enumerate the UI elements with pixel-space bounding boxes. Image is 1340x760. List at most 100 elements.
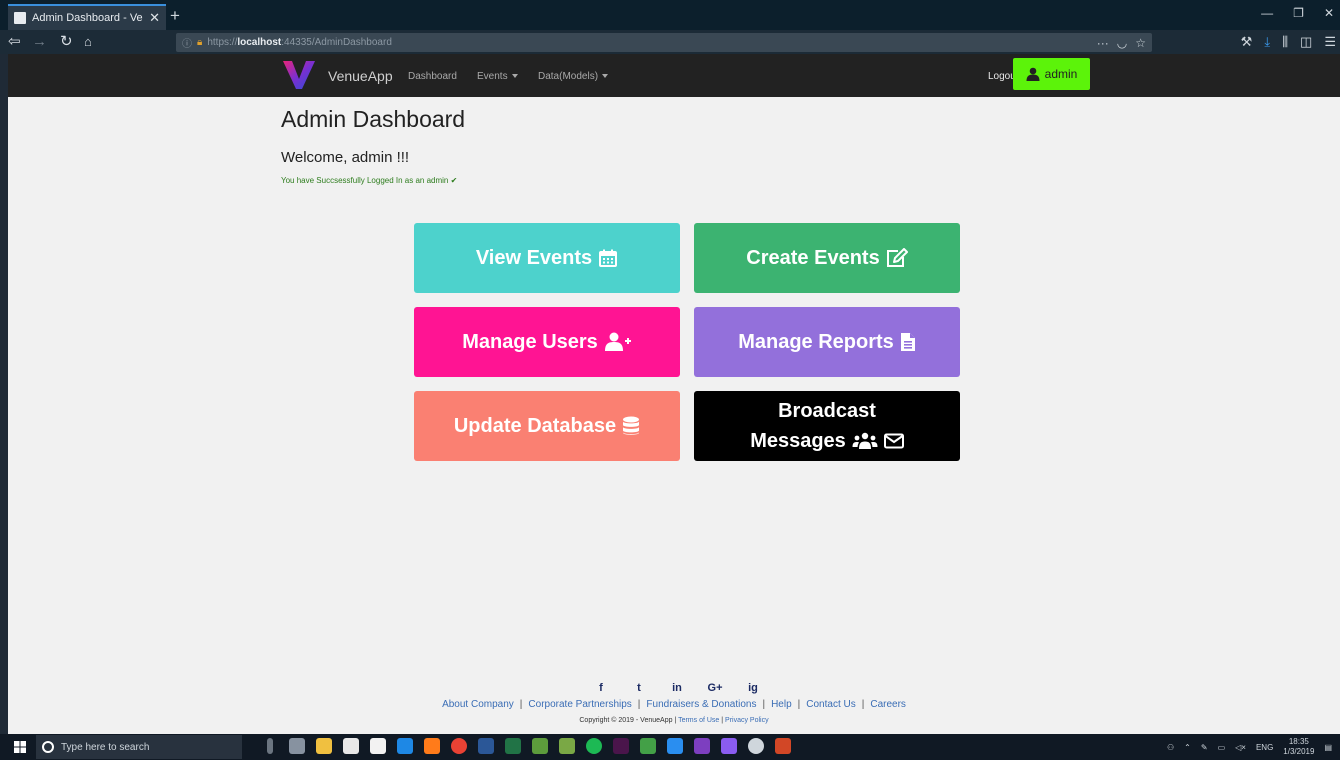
chrome-icon[interactable] — [451, 738, 467, 754]
instagram-icon[interactable]: ig — [746, 681, 760, 695]
brand-name[interactable]: VenueApp — [328, 68, 393, 84]
separator: | — [519, 699, 523, 710]
bookmark-star-icon[interactable]: ☆ — [1135, 36, 1146, 50]
reload-icon[interactable]: ↻ — [60, 32, 73, 52]
browser-tools: ⚒ ⤓ ⫼ ◫ ☰ — [1241, 34, 1336, 50]
broadcast-messages-button[interactable]: Broadcast Messages — [694, 391, 960, 461]
download-icon[interactable]: ⤓ — [1264, 34, 1270, 50]
volume-icon[interactable]: ◁× — [1235, 743, 1246, 752]
pocket-icon[interactable]: ◡ — [1117, 36, 1127, 50]
view-events-label: View Events — [475, 247, 593, 269]
google-plus-icon[interactable]: G+ — [708, 681, 723, 695]
taskbar-search[interactable]: Type here to search — [36, 735, 242, 759]
page-title: Admin Dashboard — [281, 106, 466, 132]
separator: | — [762, 699, 766, 710]
manage-users-label: Manage Users — [462, 331, 598, 353]
store-icon[interactable] — [343, 738, 359, 754]
update-database-label: Update Database — [453, 415, 617, 437]
back-arrow-icon[interactable]: ⇦ — [8, 32, 21, 52]
people-icon[interactable]: ⚇ — [1167, 743, 1174, 752]
terms-link[interactable]: Terms of Use — [678, 717, 719, 724]
home-icon[interactable]: ⌂ — [84, 32, 92, 52]
browser-tab[interactable]: Admin Dashboard - VenueApp ✕ — [8, 4, 166, 30]
forward-arrow-icon[interactable]: → — [32, 32, 47, 52]
facebook-icon[interactable]: f — [594, 681, 608, 695]
notifications-icon[interactable]: ▤ — [1324, 743, 1332, 752]
word-icon[interactable] — [478, 738, 494, 754]
messages-label: Messages — [750, 430, 846, 452]
sidebar-icon[interactable]: ◫ — [1300, 34, 1312, 50]
minimize-button[interactable]: — — [1261, 6, 1273, 20]
mail-icon[interactable] — [370, 738, 386, 754]
language-indicator[interactable]: ENG — [1256, 743, 1273, 752]
view-events-button[interactable]: View Events — [414, 223, 680, 293]
update-database-button[interactable]: Update Database — [414, 391, 680, 461]
database-icon — [623, 416, 640, 435]
vscode-icon[interactable] — [667, 738, 683, 754]
battery-icon[interactable]: ▭ — [1218, 743, 1226, 752]
page-viewport: VenueApp Dashboard Events Data(Models) L… — [8, 54, 1340, 734]
separator: | — [637, 699, 641, 710]
library-icon[interactable]: ⫼ — [1282, 34, 1288, 50]
pen-icon[interactable]: ✎ — [1201, 743, 1208, 752]
slack-icon[interactable] — [613, 738, 629, 754]
lock-icon[interactable]: 🔒︎ — [197, 37, 202, 48]
manage-reports-button[interactable]: Manage Reports — [694, 307, 960, 377]
tab-close-icon[interactable]: ✕ — [149, 10, 160, 26]
page-actions-icon[interactable]: ··· — [1097, 36, 1109, 50]
tab-title: Admin Dashboard - VenueApp — [32, 12, 143, 24]
edge-icon[interactable] — [397, 738, 413, 754]
visual-studio-icon[interactable] — [694, 738, 710, 754]
address-bar[interactable]: ⓘ 🔒︎ https://localhost:44335/AdminDashbo… — [176, 33, 1152, 52]
copyright: Copyright © 2019 - VenueApp | Terms of U… — [579, 717, 769, 724]
app-icon[interactable] — [721, 738, 737, 754]
windows-start-icon[interactable] — [14, 741, 26, 753]
footer-link-help[interactable]: Help — [771, 699, 792, 710]
powerpoint-icon[interactable] — [775, 738, 791, 754]
admin-user-button[interactable]: admin — [1013, 58, 1090, 90]
footer-link-partnerships[interactable]: Corporate Partnerships — [528, 699, 631, 710]
manage-reports-label: Manage Reports — [738, 331, 894, 353]
nav-dashboard[interactable]: Dashboard — [408, 71, 457, 82]
nav-data-label: Data(Models) — [538, 71, 599, 82]
spotify-icon[interactable] — [586, 738, 602, 754]
info-icon[interactable]: ⓘ — [182, 35, 192, 50]
firefox-icon[interactable] — [424, 738, 440, 754]
url-path: :44335/AdminDashboard — [281, 37, 392, 48]
clock[interactable]: 18:35 1/3/2019 — [1283, 737, 1314, 757]
chevron-up-icon[interactable]: ⌃ — [1184, 743, 1191, 752]
nav-data-models[interactable]: Data(Models) — [538, 71, 609, 82]
social-links: f t in G+ ig — [594, 681, 760, 695]
manage-users-button[interactable]: Manage Users — [414, 307, 680, 377]
footer-link-fundraisers[interactable]: Fundraisers & Donations — [646, 699, 756, 710]
file-explorer-icon[interactable] — [316, 738, 332, 754]
nav-events[interactable]: Events — [477, 71, 518, 82]
window-controls: — ❐ ✕ — [1261, 6, 1334, 20]
app-icon[interactable] — [640, 738, 656, 754]
tools-icon[interactable]: ⚒ — [1241, 34, 1253, 50]
browser-tabbar: Admin Dashboard - VenueApp ✕ + — ❐ ✕ — [0, 0, 1340, 30]
nav-events-label: Events — [477, 71, 508, 82]
system-tray: ⚇ ⌃ ✎ ▭ ◁× ENG 18:35 1/3/2019 ▤ — [1167, 737, 1332, 757]
github-icon[interactable] — [748, 738, 764, 754]
menu-icon[interactable]: ☰ — [1324, 34, 1336, 50]
footer-link-careers[interactable]: Careers — [870, 699, 906, 710]
restore-button[interactable]: ❐ — [1293, 6, 1304, 20]
create-events-button[interactable]: Create Events — [694, 223, 960, 293]
close-window-button[interactable]: ✕ — [1324, 6, 1334, 20]
task-view-icon[interactable] — [289, 738, 305, 754]
footer-link-about[interactable]: About Company — [442, 699, 514, 710]
linkedin-icon[interactable]: in — [670, 681, 684, 695]
twitter-icon[interactable]: t — [632, 681, 646, 695]
microphone-icon[interactable] — [267, 738, 273, 754]
footer-link-contact[interactable]: Contact Us — [806, 699, 855, 710]
excel-icon[interactable] — [505, 738, 521, 754]
privacy-link[interactable]: Privacy Policy — [725, 717, 769, 724]
venueapp-logo-icon[interactable] — [282, 59, 316, 91]
create-events-label: Create Events — [746, 247, 880, 269]
app-icon[interactable] — [559, 738, 575, 754]
new-tab-button[interactable]: + — [170, 6, 180, 26]
app-icon[interactable] — [532, 738, 548, 754]
clock-date: 1/3/2019 — [1283, 747, 1315, 756]
separator: | — [797, 699, 801, 710]
